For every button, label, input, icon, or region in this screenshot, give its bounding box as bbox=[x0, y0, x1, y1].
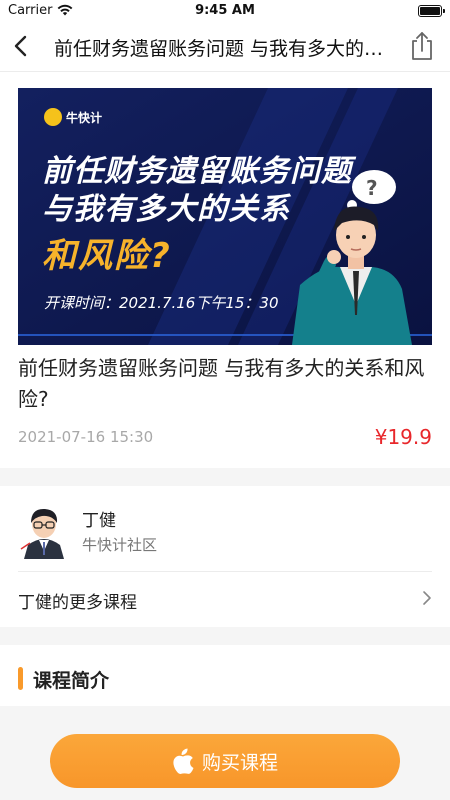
section-divider bbox=[0, 627, 450, 645]
thinking-man-illustration: ? bbox=[292, 170, 412, 345]
banner-start-time: 开课时间：2021.7.16下午15：30 bbox=[44, 294, 279, 312]
clock-label: 9:45 AM bbox=[195, 3, 255, 18]
svg-text:?: ? bbox=[366, 176, 378, 200]
course-cover-image: 牛快计 前任财务遗留账务问题 与我有多大的关系 和风险? 开课时间：2021.7… bbox=[18, 88, 432, 345]
more-courses-label: 丁健的更多课程 bbox=[18, 593, 137, 613]
course-price: ¥19.9 bbox=[374, 425, 432, 449]
chevron-left-icon[interactable] bbox=[6, 30, 38, 62]
teacher-avatar[interactable] bbox=[18, 503, 70, 559]
brand-logo: 牛快计 bbox=[44, 108, 102, 126]
nav-bar: 前任财务遗留账务问题 与我有多大的关系和风险? bbox=[0, 22, 450, 72]
buy-course-label: 购买课程 bbox=[201, 752, 278, 774]
apple-icon bbox=[173, 748, 194, 774]
buy-course-button[interactable]: 购买课程 bbox=[50, 734, 400, 788]
chevron-right-icon bbox=[423, 591, 431, 605]
intro-section-title: 课程简介 bbox=[33, 670, 110, 692]
course-title: 前任财务遗留账务问题 与我有多大的关系和风险? bbox=[18, 356, 425, 411]
brand-logo-text: 牛快计 bbox=[66, 110, 103, 125]
section-divider bbox=[0, 468, 450, 486]
brand-logo-mark bbox=[44, 108, 62, 126]
course-date: 2021-07-16 15:30 bbox=[18, 428, 154, 446]
share-icon[interactable] bbox=[408, 30, 436, 62]
banner-headline-line3: 和风险? bbox=[42, 236, 172, 276]
banner-headline-line2: 与我有多大的关系 bbox=[42, 192, 290, 227]
page-title: 前任财务遗留账务问题 与我有多大的关系和风险? bbox=[54, 38, 384, 60]
status-bar: Carrier 9:45 AM bbox=[0, 0, 450, 22]
teacher-org: 牛快计社区 bbox=[82, 536, 158, 554]
section-accent-bar bbox=[18, 667, 23, 690]
more-courses-row[interactable]: 丁健的更多课程 bbox=[0, 572, 450, 626]
teacher-name: 丁健 bbox=[82, 511, 116, 531]
battery-icon bbox=[418, 5, 445, 17]
